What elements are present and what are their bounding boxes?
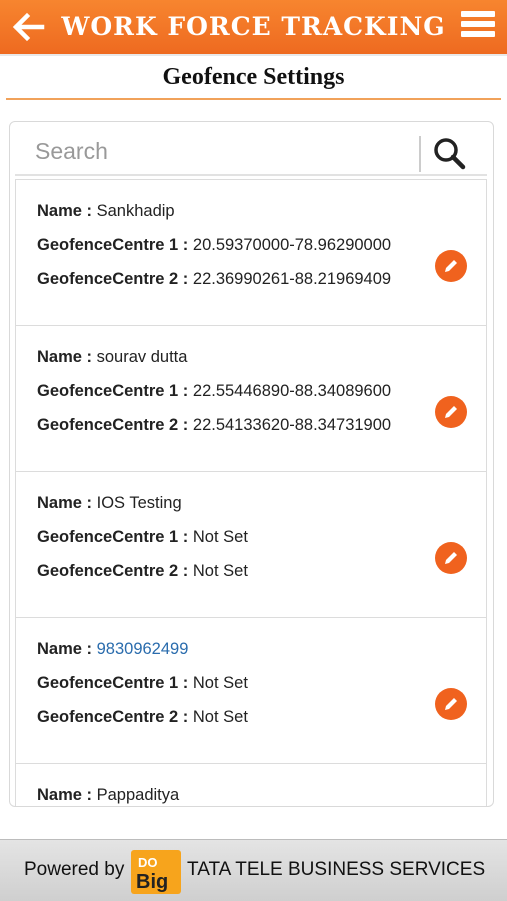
app-title: WORK FORCE TRACKING (61, 12, 446, 41)
pencil-icon (445, 698, 457, 710)
name-value: sourav dutta (96, 348, 188, 366)
company-name: TATA TELE BUSINESS SERVICES (187, 859, 486, 880)
list-item: Name : sourav dutta GeofenceCentre 1 : 2… (15, 325, 487, 471)
search-button[interactable] (430, 135, 470, 171)
centre2-value: 22.36990261-88.21969409 (192, 270, 392, 288)
pencil-icon (445, 552, 457, 564)
edit-button[interactable] (435, 250, 467, 282)
centre1-value: Not Set (192, 528, 248, 546)
centre2-row: GeofenceCentre 2 : 22.36990261-88.219694… (37, 270, 391, 289)
centre1-label: GeofenceCentre 1 : (37, 674, 189, 692)
name-label: Name : (37, 202, 93, 220)
hamburger-menu-icon[interactable] (461, 11, 495, 43)
centre2-label: GeofenceCentre 2 : (37, 270, 189, 288)
centre2-row: GeofenceCentre 2 : Not Set (37, 708, 248, 727)
pencil-icon (445, 260, 457, 272)
centre2-row: GeofenceCentre 2 : Not Set (37, 562, 248, 581)
centre1-row: GeofenceCentre 1 : Not Set (37, 528, 248, 547)
phone-link[interactable]: 9830962499 (97, 640, 189, 658)
geofence-list: Name : Sankhadip GeofenceCentre 1 : 20.5… (15, 179, 487, 806)
name-label: Name : (37, 640, 93, 658)
search-divider (419, 136, 421, 172)
name-value: Pappaditya (96, 786, 180, 804)
search-bar (15, 128, 487, 176)
name-row: Name : sourav dutta (37, 348, 187, 367)
list-item: Name : Sankhadip GeofenceCentre 1 : 20.5… (15, 179, 487, 325)
centre2-value: Not Set (192, 562, 248, 580)
centre2-label: GeofenceCentre 2 : (37, 708, 189, 726)
footer: Powered by DO Big TATA TELE BUSINESS SER… (0, 839, 507, 901)
centre1-value: 22.55446890-88.34089600 (192, 382, 392, 400)
name-row: Name : 9830962499 (37, 640, 188, 659)
name-row: Name : IOS Testing (37, 494, 182, 513)
app-header: WORK FORCE TRACKING (0, 0, 507, 56)
name-label: Name : (37, 786, 93, 804)
name-label: Name : (37, 494, 93, 512)
svg-text:DO: DO (138, 855, 158, 870)
centre1-value: Not Set (192, 674, 248, 692)
geofence-panel: Name : Sankhadip GeofenceCentre 1 : 20.5… (9, 121, 494, 807)
name-row: Name : Sankhadip (37, 202, 175, 221)
list-item: Name : IOS Testing GeofenceCentre 1 : No… (15, 471, 487, 617)
name-value: IOS Testing (96, 494, 182, 512)
edit-button[interactable] (435, 688, 467, 720)
centre1-label: GeofenceCentre 1 : (37, 236, 189, 254)
arrow-left-icon (12, 12, 45, 42)
centre1-row: GeofenceCentre 1 : 20.59370000-78.962900… (37, 236, 391, 255)
centre2-label: GeofenceCentre 2 : (37, 416, 189, 434)
svg-text:Big: Big (136, 871, 168, 893)
centre1-value: 20.59370000-78.96290000 (192, 236, 392, 254)
name-label: Name : (37, 348, 93, 366)
centre1-row: GeofenceCentre 1 : Not Set (37, 674, 248, 693)
centre2-label: GeofenceCentre 2 : (37, 562, 189, 580)
centre1-row: GeofenceCentre 1 : 22.55446890-88.340896… (37, 382, 391, 401)
edit-button[interactable] (435, 542, 467, 574)
name-row: Name : Pappaditya (37, 786, 179, 805)
centre1-label: GeofenceCentre 1 : (37, 382, 189, 400)
page-title: Geofence Settings (162, 64, 345, 90)
search-icon (434, 138, 466, 170)
dobig-logo: DO Big (131, 850, 181, 894)
centre2-value: Not Set (192, 708, 248, 726)
list-item: Name : Pappaditya (15, 763, 487, 806)
back-button[interactable] (8, 8, 48, 46)
edit-button[interactable] (435, 396, 467, 428)
search-input[interactable] (35, 132, 415, 170)
list-item: Name : 9830962499 GeofenceCentre 1 : Not… (15, 617, 487, 763)
title-divider (6, 98, 501, 100)
centre2-value: 22.54133620-88.34731900 (192, 416, 392, 434)
powered-by-text: Powered by (24, 859, 125, 880)
name-value: Sankhadip (96, 202, 175, 220)
pencil-icon (445, 406, 457, 418)
centre1-label: GeofenceCentre 1 : (37, 528, 189, 546)
centre2-row: GeofenceCentre 2 : 22.54133620-88.347319… (37, 416, 391, 435)
